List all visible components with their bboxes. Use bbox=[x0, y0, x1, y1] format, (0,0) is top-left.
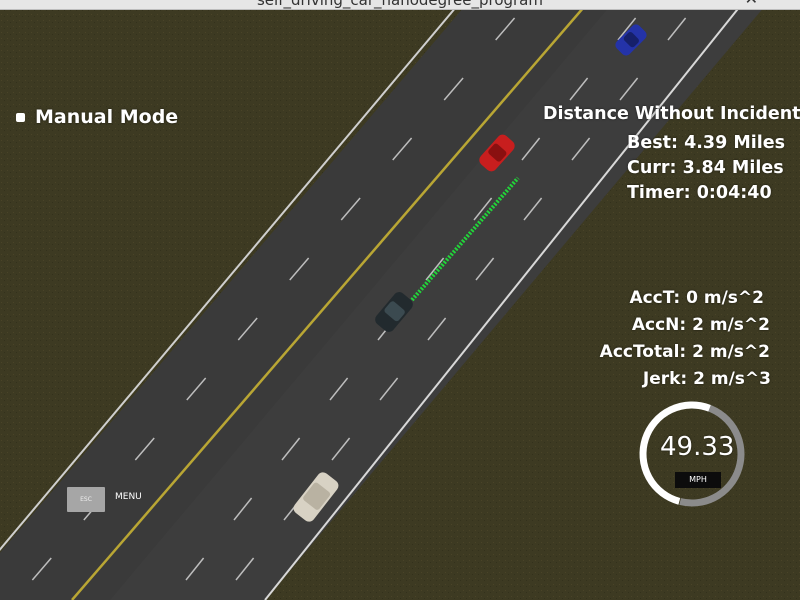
mode-toggle-icon[interactable] bbox=[16, 112, 25, 122]
window-title: self_driving_car_nanodegree_program bbox=[256, 0, 543, 9]
close-icon[interactable]: ✕ bbox=[745, 0, 758, 8]
timer: Timer: 0:04:40 bbox=[627, 183, 772, 203]
jerk: Jerk: 2 m/s^3 bbox=[642, 369, 771, 389]
acc-total: AccTotal: 2 m/s^2 bbox=[599, 342, 770, 362]
simulator-viewport: self_driving_car_nanodegree_program ✕ Ma… bbox=[0, 0, 800, 600]
best-distance: Best: 4.39 Miles bbox=[627, 133, 786, 153]
speed-value: 49.33 bbox=[660, 432, 735, 462]
esc-button[interactable]: ESC bbox=[67, 487, 105, 512]
current-distance: Curr: 3.84 Miles bbox=[627, 158, 784, 178]
distance-title: Distance Without Incident bbox=[543, 104, 800, 124]
window-titlebar: self_driving_car_nanodegree_program ✕ bbox=[0, 0, 800, 10]
speed-unit: MPH bbox=[675, 472, 721, 488]
mode-indicator[interactable]: Manual Mode bbox=[16, 106, 178, 128]
acc-t: AccT: 0 m/s^2 bbox=[629, 288, 764, 308]
mode-label: Manual Mode bbox=[35, 106, 179, 128]
menu-label[interactable]: MENU bbox=[115, 492, 142, 502]
acc-n: AccN: 2 m/s^2 bbox=[631, 315, 770, 335]
